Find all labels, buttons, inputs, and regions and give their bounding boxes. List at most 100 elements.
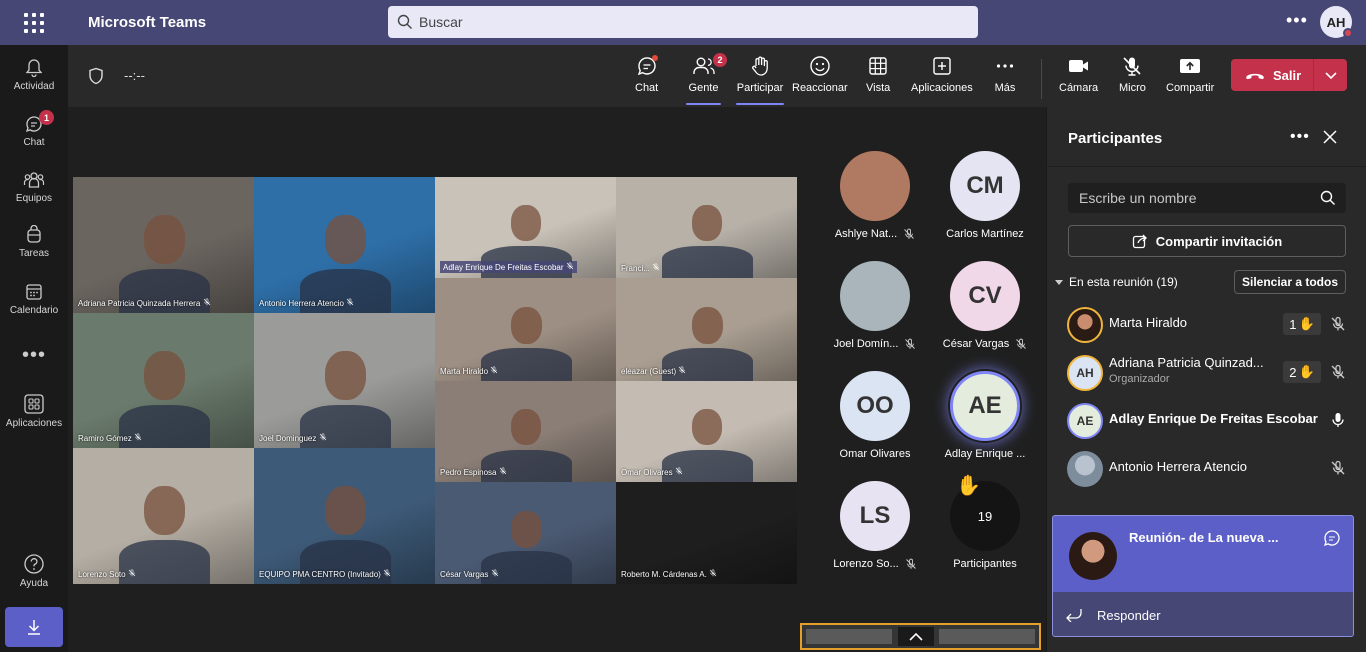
video-tile-name: Joel Dominguez [259, 433, 327, 443]
video-tile-name-text: Joel Dominguez [259, 434, 317, 443]
participant-row[interactable]: AE Adlay Enrique De Freitas Escobar [1047, 399, 1366, 443]
rail-label: Actividad [13, 81, 55, 92]
toolbar-raise-hand-button[interactable]: Participar [736, 55, 784, 105]
video-tile[interactable]: Pedro Espinosa [435, 381, 616, 482]
leave-button[interactable]: Salir [1231, 59, 1313, 91]
gallery-participant-name: Lorenzo So... [820, 558, 930, 570]
video-tile[interactable]: Roberto M. Cárdenas A. [616, 482, 797, 584]
teams-window: Microsoft Teams Buscar ••• AH Actividad … [0, 0, 1366, 652]
toolbar-people-button[interactable]: 2 Gente [686, 53, 727, 105]
rail-item-apps[interactable]: Aplicaciones [0, 385, 68, 437]
in-meeting-section-toggle[interactable]: En esta reunión (19) [1055, 275, 1178, 289]
video-tile[interactable]: Lorenzo Soto [73, 448, 254, 584]
tool-label: Micro [1119, 82, 1146, 94]
gallery-participant-name: Participantes [930, 558, 1040, 570]
participant-row[interactable]: Marta Hiraldo 1 ✋ [1047, 303, 1366, 347]
search-icon [1320, 190, 1335, 205]
video-tile[interactable]: Adriana Patricia Quinzada Herrera [73, 177, 254, 313]
rail-item-calendar[interactable]: Calendario [0, 273, 68, 325]
share-icon [1180, 59, 1201, 73]
toolbar-more-button[interactable]: Más [994, 55, 1016, 105]
user-avatar[interactable]: AH [1320, 6, 1353, 38]
reply-button[interactable]: Responder [1053, 592, 1353, 636]
gallery-participant[interactable]: LS Lorenzo So... [820, 481, 930, 591]
gallery-participant[interactable]: OO Omar Olivares [820, 371, 930, 481]
participant-search-input[interactable]: Escribe un nombre [1068, 183, 1346, 213]
rail-item-tasks[interactable]: Tareas [0, 216, 68, 268]
participant-body [480, 551, 572, 584]
waffle-icon [24, 12, 44, 33]
leave-options-button[interactable] [1314, 59, 1347, 91]
rail-item-help[interactable]: Ayuda [0, 545, 68, 597]
gallery-participant[interactable]: AE Adlay Enrique ... [930, 371, 1040, 481]
mic-off-icon [128, 569, 136, 577]
chat-notification-toast[interactable]: Reunión- de La nueva ... Responder [1052, 515, 1354, 637]
video-tile[interactable]: Marta Hiraldo [435, 278, 616, 381]
shield-icon[interactable] [88, 67, 104, 85]
mute-all-button[interactable]: Silenciar a todos [1234, 270, 1346, 294]
video-tile-name-text: Omar Olivares [621, 468, 673, 477]
search-placeholder: Buscar [419, 14, 463, 30]
gallery-participant[interactable]: Joel Domín... [820, 261, 930, 371]
rail-item-activity[interactable]: Actividad [0, 49, 68, 101]
toolbar-react-button[interactable]: Reaccionar [792, 55, 848, 105]
video-tile[interactable]: Franci... [616, 177, 797, 278]
filmstrip-toggle-bar[interactable] [800, 623, 1041, 650]
gallery-participant-name: Carlos Martínez [930, 228, 1040, 240]
rail-more-button[interactable]: ••• [0, 344, 68, 367]
bell-icon [25, 59, 43, 78]
gallery-name-text: Lorenzo So... [833, 558, 899, 570]
chat-icon[interactable] [1323, 529, 1341, 547]
gallery-participant[interactable]: Ashlye Nat... [820, 151, 930, 261]
toolbar-mic-button[interactable]: Micro [1119, 55, 1146, 105]
video-tile[interactable]: Ramiro Gómez [73, 313, 254, 448]
gallery-participant[interactable]: CM Carlos Martínez [930, 151, 1040, 261]
toast-title: Reunión- de La nueva ... [1129, 530, 1279, 545]
participant-row[interactable]: AH Adriana Patricia Quinzad... Organizador… [1047, 351, 1366, 395]
participant-row[interactable]: Antonio Herrera Atencio [1047, 447, 1366, 491]
hand-order-number: 2 [1289, 364, 1297, 380]
toolbar-share-button[interactable]: Compartir [1166, 55, 1214, 105]
app-launcher-button[interactable] [0, 0, 68, 45]
share-invite-button[interactable]: Compartir invitación [1068, 225, 1346, 257]
participant-name: Adlay Enrique De Freitas Escobar [1109, 411, 1318, 426]
participants-overflow-tile[interactable]: 19 ✋ Participantes [930, 475, 1040, 591]
close-icon[interactable] [1323, 130, 1337, 144]
more-icon [996, 64, 1014, 68]
video-tile[interactable]: César Vargas [435, 482, 616, 584]
video-tile[interactable]: Adlay Enrique De Freitas Escobar [435, 177, 616, 278]
video-tile[interactable]: Omar Olivares [616, 381, 797, 482]
video-tile-name-text: César Vargas [440, 570, 489, 579]
video-tile-name-text: Antonio Herrera Atencio [259, 299, 344, 308]
meeting-stage: Adriana Patricia Quinzada Herrera Antoni… [68, 107, 1046, 652]
video-tile[interactable]: Antonio Herrera Atencio [254, 177, 435, 313]
chevron-up-icon [909, 632, 923, 641]
expand-filmstrip-button[interactable] [898, 627, 934, 646]
participant-mic-status [1330, 460, 1346, 481]
rail-label: Ayuda [19, 578, 49, 589]
video-tile[interactable]: eleazar (Guest) [616, 278, 797, 381]
panel-more-button[interactable]: ••• [1290, 128, 1310, 146]
mic-off-icon [652, 263, 660, 271]
rail-item-chat[interactable]: Chat 1 [0, 105, 68, 157]
tool-label: Compartir [1166, 82, 1215, 94]
participant-silhouette [324, 486, 366, 536]
search-input[interactable]: Buscar [388, 6, 978, 38]
toolbar-view-button[interactable]: Vista [866, 55, 890, 105]
participant-body [661, 450, 753, 482]
gallery-name-text: Omar Olivares [839, 448, 911, 460]
tool-label: Gente [688, 82, 719, 94]
download-button[interactable] [5, 607, 63, 647]
video-tile-name: César Vargas [440, 569, 499, 579]
video-tile[interactable]: Joel Dominguez [254, 313, 435, 448]
settings-more-button[interactable]: ••• [1286, 10, 1308, 31]
gallery-participant-name: César Vargas [930, 338, 1040, 350]
user-initials: AH [1326, 14, 1346, 30]
toolbar-chat-button[interactable]: Chat [635, 55, 659, 105]
video-tile[interactable]: EQUIPO PMA CENTRO (Invitado) [254, 448, 435, 584]
toolbar-apps-button[interactable]: Aplicaciones [911, 55, 973, 105]
toolbar-camera-button[interactable]: Cámara [1059, 55, 1098, 105]
gallery-participant[interactable]: CV César Vargas [930, 261, 1040, 371]
rail-item-teams[interactable]: Equipos [0, 161, 68, 213]
gallery-name-text: Carlos Martínez [946, 228, 1024, 240]
